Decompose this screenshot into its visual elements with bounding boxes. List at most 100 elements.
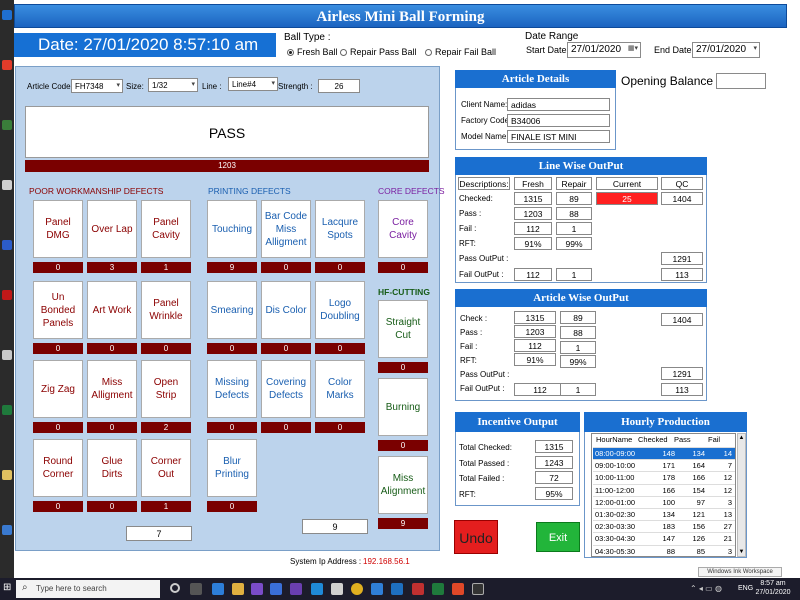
app-icon[interactable] <box>2 290 12 300</box>
defect-over-lap-button[interactable]: Over Lap <box>87 200 137 258</box>
word-icon[interactable] <box>391 583 403 595</box>
app-icon[interactable] <box>2 180 12 190</box>
defect-open-strip-button[interactable]: Open Strip <box>141 360 191 418</box>
app-icon[interactable] <box>472 583 484 595</box>
hourly-production-grid[interactable]: HourName Checked Pass Fail 08:00-09:00 14… <box>591 433 736 557</box>
language-indicator[interactable]: ENG <box>738 585 753 592</box>
file-explorer-icon[interactable] <box>232 583 244 595</box>
defect-missing-defects-button[interactable]: Missing Defects <box>207 360 257 418</box>
scroll-down-icon[interactable]: ▼ <box>738 548 745 556</box>
defect-smearing-button[interactable]: Smearing <box>207 281 257 339</box>
defect-count: 2 <box>141 422 191 433</box>
defect-glue-dirts-button[interactable]: Glue Dirts <box>87 439 137 497</box>
app-icon[interactable] <box>2 350 12 360</box>
scroll-up-icon[interactable]: ▲ <box>738 434 745 442</box>
app-icon[interactable] <box>371 583 383 595</box>
defect-zig-zag-button[interactable]: Zig Zag <box>33 360 83 418</box>
defect-lacqure-spots-button[interactable]: Lacqure Spots <box>315 200 365 258</box>
col-current-balance: Current Balance <box>596 177 658 201</box>
start-date-picker[interactable]: 27/01/2020 ▦▾ <box>567 42 641 58</box>
row-label: Pass OutPut : <box>460 370 510 379</box>
value-cell: 164 <box>692 461 705 471</box>
defect-core-cavity-button[interactable]: Core Cavity <box>378 200 428 258</box>
article-code-select[interactable]: FH7348 ▾ <box>71 79 123 93</box>
pass-button[interactable]: PASS <box>25 106 429 158</box>
exit-button[interactable]: Exit <box>536 522 580 552</box>
pass-count: 1203 <box>25 160 429 172</box>
col-fresh: Fresh <box>514 177 552 190</box>
excel-icon[interactable] <box>2 405 12 415</box>
radio-repair-fail-ball[interactable]: Repair Fail Ball <box>425 47 496 57</box>
chrome-icon[interactable] <box>351 583 363 595</box>
line-select[interactable]: Line#4 ▾ <box>228 77 278 91</box>
strength-label: Strength : <box>278 82 313 91</box>
task-view-icon[interactable] <box>190 583 202 595</box>
article-code-label: Article Code: <box>27 82 73 91</box>
defect-bar-code-button[interactable]: Bar Code Miss Alligment <box>261 200 311 258</box>
value-cell: 134 <box>662 510 675 519</box>
start-date-label: Start Date: <box>526 45 570 55</box>
defect-covering-defects-button[interactable]: Covering Defects <box>261 360 311 418</box>
radio-fresh-ball[interactable]: Fresh Ball <box>287 47 338 57</box>
app-icon[interactable] <box>2 60 12 70</box>
clock-date[interactable]: 27/01/2020 <box>755 589 791 596</box>
app-icon[interactable] <box>412 583 424 595</box>
windows-start-icon[interactable]: ⊞ <box>3 582 13 594</box>
app-icon[interactable] <box>331 583 343 595</box>
taskbar-search[interactable]: Type here to search <box>16 580 160 598</box>
hourly-scrollbar[interactable]: ▲ ▼ <box>737 433 746 557</box>
defect-miss-alignment-button[interactable]: Miss Alignment <box>378 456 428 514</box>
visual-studio-icon[interactable] <box>290 583 302 595</box>
opening-balance-field[interactable] <box>716 73 766 89</box>
app-icon[interactable] <box>251 583 263 595</box>
outlook-icon[interactable] <box>270 583 282 595</box>
app-icon[interactable] <box>2 525 12 535</box>
table-row[interactable]: 02:30-03:30 183 156 27 <box>593 520 735 532</box>
powerpoint-icon[interactable] <box>452 583 464 595</box>
cortana-icon[interactable] <box>170 583 180 593</box>
defect-dis-color-button[interactable]: Dis Color <box>261 281 311 339</box>
table-row[interactable]: 11:00-12:00 166 154 12 <box>593 483 735 496</box>
end-date-picker[interactable]: 27/01/2020 ▾ <box>692 42 760 58</box>
table-row[interactable]: 10:00-11:00 178 166 12 <box>593 471 735 483</box>
app-icon[interactable] <box>2 120 12 130</box>
app-icon[interactable] <box>2 10 12 20</box>
table-row[interactable]: 03:30-04:30 147 126 21 <box>593 532 735 544</box>
table-row[interactable]: 08:00-09:00 148 134 14 <box>593 447 735 459</box>
defect-straight-cut-button[interactable]: Straight Cut <box>378 300 428 358</box>
table-row[interactable]: 12:00-01:00 100 97 3 <box>593 495 735 508</box>
rft-repair: 99% <box>560 355 596 368</box>
table-row[interactable]: 04:30-05:30 88 85 3 <box>593 544 735 557</box>
excel-icon[interactable] <box>432 583 444 595</box>
app-icon[interactable] <box>2 240 12 250</box>
pass-fresh: 1203 <box>514 325 556 338</box>
vscode-icon[interactable] <box>311 583 323 595</box>
fail-output-total: 113 <box>661 383 703 396</box>
defect-panel-cavity-button[interactable]: Panel Cavity <box>141 200 191 258</box>
clock-time[interactable]: 8:57 am <box>755 580 791 587</box>
defect-panel-wrinkle-button[interactable]: Panel Wrinkle <box>141 281 191 339</box>
defect-art-work-button[interactable]: Art Work <box>87 281 137 339</box>
defect-panel-dmg-button[interactable]: Panel DMG <box>33 200 83 258</box>
defect-burning-button[interactable]: Burning <box>378 378 428 436</box>
undo-button[interactable]: Undo <box>454 520 498 554</box>
end-date-label: End Date: <box>654 45 695 55</box>
table-row[interactable]: 01:30-02:30 134 121 13 <box>593 508 735 520</box>
defect-round-corner-button[interactable]: Round Corner <box>33 439 83 497</box>
size-select[interactable]: 1/32 ▾ <box>148 78 198 92</box>
defect-touching-button[interactable]: Touching <box>207 200 257 258</box>
defect-blur-printing-button[interactable]: Blur Printing <box>207 439 257 497</box>
defect-count: 0 <box>33 343 83 354</box>
defect-corner-out-button[interactable]: Corner Out <box>141 439 191 497</box>
table-row[interactable]: 09:00-10:00 171 164 7 <box>593 459 735 471</box>
strength-field[interactable]: 26 <box>318 79 360 93</box>
folder-icon[interactable] <box>2 470 12 480</box>
defect-color-marks-button[interactable]: Color Marks <box>315 360 365 418</box>
pass-repair: 88 <box>556 207 592 220</box>
defect-logo-doubling-button[interactable]: Logo Doubling <box>315 281 365 339</box>
defect-miss-alligment-button[interactable]: Miss Alligment <box>87 360 137 418</box>
edge-icon[interactable] <box>212 583 224 595</box>
defect-count: 0 <box>315 343 365 354</box>
radio-repair-pass-ball[interactable]: Repair Pass Ball <box>340 47 417 57</box>
defect-un-bonded-button[interactable]: Un Bonded Panels <box>33 281 83 339</box>
